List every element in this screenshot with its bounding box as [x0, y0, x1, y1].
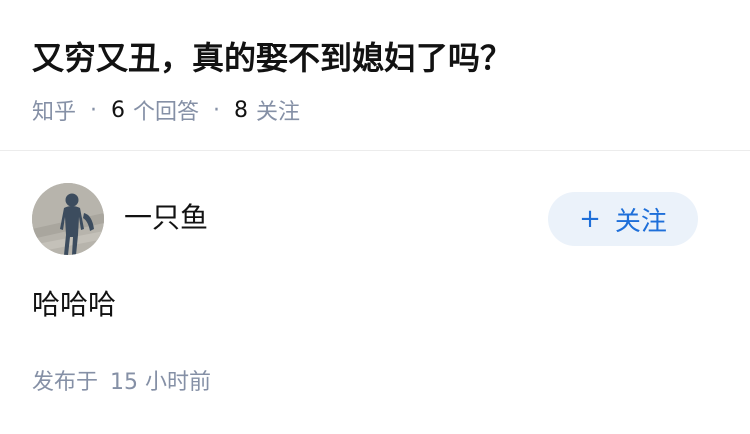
follow-label: 关注: [614, 206, 667, 237]
meta-separator: ·: [90, 97, 98, 123]
page: 又穷又丑，真的娶不到媳妇了吗？ 知乎 · 6 个回答 · 8 关注 一只鱼 +: [0, 0, 750, 434]
meta-separator: ·: [213, 97, 221, 123]
question-meta: 知乎 · 6 个回答 · 8 关注: [32, 94, 301, 126]
answer-count: 6: [111, 97, 126, 123]
source-label[interactable]: 知乎: [32, 94, 76, 126]
author-name[interactable]: 一只鱼: [124, 200, 208, 236]
publish-time: 发布于 15 小时前: [32, 368, 211, 398]
avatar[interactable]: [32, 183, 104, 255]
publish-prefix: 发布于: [32, 370, 99, 395]
follow-button[interactable]: + 关注: [548, 192, 698, 246]
plus-icon: +: [579, 204, 601, 234]
answer-card: 一只鱼 + 关注 哈哈哈 发布于 15 小时前: [0, 151, 750, 434]
answer-count-label: 个回答: [133, 100, 200, 125]
publish-time-value: 15 小时前: [110, 370, 212, 395]
follower-count: 8: [234, 97, 249, 123]
avatar-silhouette-icon: [32, 183, 104, 255]
follower-count-label: 关注: [256, 100, 301, 125]
question-title[interactable]: 又穷又丑，真的娶不到媳妇了吗？: [32, 34, 512, 82]
question-header: 又穷又丑，真的娶不到媳妇了吗？ 知乎 · 6 个回答 · 8 关注: [0, 0, 750, 150]
answer-content[interactable]: 哈哈哈: [32, 285, 116, 325]
